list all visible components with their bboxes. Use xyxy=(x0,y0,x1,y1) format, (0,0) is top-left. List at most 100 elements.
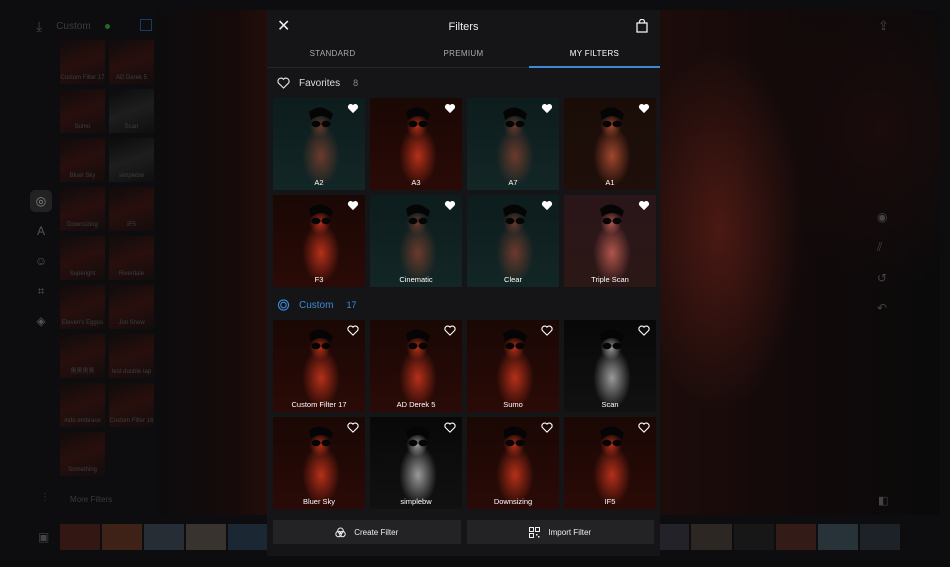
background-filter-name: Custom Filter 16 xyxy=(109,418,154,424)
heart-outline-icon[interactable] xyxy=(638,422,650,433)
filter-tile[interactable]: Custom Filter 17 xyxy=(273,320,365,412)
background-filter-name: Downsizing xyxy=(67,222,98,228)
heart-outline-icon[interactable] xyxy=(444,422,456,433)
heart-outline-icon[interactable] xyxy=(541,422,553,433)
filter-tile[interactable]: simplebw xyxy=(370,417,462,509)
filter-name: Custom Filter 17 xyxy=(291,400,347,409)
history-icon: ↺ xyxy=(877,271,888,285)
custom-grid: Custom Filter 17 AD Derek 5 Sumo Scan Bluer … xyxy=(267,320,660,509)
filter-tile[interactable]: Clear xyxy=(467,195,559,287)
camera-icon: ◉ xyxy=(877,210,888,224)
heart-outline-icon[interactable] xyxy=(347,422,359,433)
background-right-tools: ◉ ⫽ ↺ ↶ xyxy=(877,210,887,331)
background-filter-thumb: Scan xyxy=(109,89,154,133)
background-filter-name: Superight xyxy=(69,271,96,277)
background-filter-name: indo embrace xyxy=(64,418,101,424)
gallery-icon: ▣ xyxy=(38,530,50,544)
qr-code-icon xyxy=(529,526,541,538)
filmstrip-thumb xyxy=(144,524,185,550)
heart-filled-icon[interactable] xyxy=(638,200,650,211)
filter-tile[interactable]: A3 xyxy=(370,98,462,190)
filter-tile[interactable]: F3 xyxy=(273,195,365,287)
filter-name: AD Derek 5 xyxy=(396,400,436,409)
tab-premium[interactable]: PREMIUM xyxy=(398,44,529,67)
tab-standard[interactable]: STANDARD xyxy=(267,44,398,67)
heart-outline-icon[interactable] xyxy=(541,325,553,336)
background-filter-thumb: Custom Filter 16 xyxy=(109,383,154,427)
download-icon: ⤓ xyxy=(36,18,43,34)
heart-outline-icon[interactable] xyxy=(347,325,359,336)
filter-tile[interactable]: Downsizing xyxy=(467,417,559,509)
favorites-grid: A2 A3 A7 A1 F3 Cinematic Clear Triple Scan xyxy=(267,98,660,287)
crop-tool-icon: ⌗ xyxy=(37,283,45,298)
background-top-bar: ⤓ Custom xyxy=(36,18,110,35)
heart-filled-icon[interactable] xyxy=(541,200,553,211)
background-filter-name: Riverdale xyxy=(118,271,145,277)
background-filter-thumb: test double tap xyxy=(109,334,154,378)
filter-tile[interactable]: A2 xyxy=(273,98,365,190)
heart-filled-icon[interactable] xyxy=(638,103,650,114)
filters-scroll-area[interactable]: Favorites 8 A2 A3 A7 A1 F3 Cinematic Clear Trip… xyxy=(267,68,660,514)
status-dot xyxy=(104,24,110,29)
heart-filled-icon[interactable] xyxy=(347,103,359,114)
background-filter-thumb: AD Derek 5 xyxy=(109,40,154,84)
more-dots-icon: ⋮ xyxy=(40,492,50,503)
heart-filled-icon[interactable] xyxy=(444,200,456,211)
filmstrip-thumb xyxy=(186,524,227,550)
filter-name: Sumo xyxy=(503,400,523,409)
text-tool-icon: A xyxy=(36,224,45,238)
filmstrip-thumb xyxy=(733,524,774,550)
custom-label: Custom xyxy=(299,299,334,311)
background-section-label: Custom xyxy=(56,21,91,32)
filmstrip-thumb xyxy=(859,524,900,550)
filter-name: F3 xyxy=(314,275,324,284)
heart-filled-icon[interactable] xyxy=(541,103,553,114)
filter-tile[interactable]: Bluer Sky xyxy=(273,417,365,509)
background-filter-thumb: Sumo xyxy=(60,89,105,133)
heart-filled-icon[interactable] xyxy=(444,103,456,114)
filter-tile[interactable]: A7 xyxy=(467,98,559,190)
background-photo xyxy=(660,10,940,515)
create-filter-button[interactable]: Create Filter xyxy=(273,520,461,544)
background-filter-name: 黑黑黑黑 xyxy=(70,369,95,375)
background-filter-name: Custom Filter 17 xyxy=(60,75,105,81)
filter-tile[interactable]: Scan xyxy=(564,320,656,412)
more-filters-link: More Filters xyxy=(70,495,113,504)
background-filter-name: AD Derek 5 xyxy=(115,75,147,81)
filter-name: A1 xyxy=(605,178,615,187)
create-filter-icon xyxy=(335,527,346,537)
background-filter-name: Sumo xyxy=(74,124,91,130)
background-filter-name: Jon Snow xyxy=(118,320,145,326)
filter-tile[interactable]: A1 xyxy=(564,98,656,190)
filmstrip-thumb xyxy=(817,524,858,550)
background-toolbar: ◎ A ☺ ⌗ ◈ xyxy=(30,190,58,340)
filter-name: A7 xyxy=(508,178,518,187)
filter-name: Cinematic xyxy=(399,275,433,284)
background-filter-name: Scan xyxy=(124,124,139,130)
background-filter-thumb: simplebw xyxy=(109,138,154,182)
heart-filled-icon[interactable] xyxy=(347,200,359,211)
heart-outline-icon[interactable] xyxy=(444,325,456,336)
filter-tile[interactable]: IF5 xyxy=(564,417,656,509)
import-filter-button[interactable]: Import Filter xyxy=(466,520,654,544)
modal-title: Filters xyxy=(448,21,479,33)
filter-name: A3 xyxy=(411,178,421,187)
background-filter-name: Eleven's Eggos xyxy=(61,320,104,326)
tab-my-filters[interactable]: MY FILTERS xyxy=(529,44,660,68)
background-filter-name: test double tap xyxy=(111,369,152,375)
background-filter-name: simplebw xyxy=(118,173,144,179)
filter-tile[interactable]: Sumo xyxy=(467,320,559,412)
background-filter-thumb: Eleven's Eggos xyxy=(60,285,105,329)
background-filter-thumb: IF5 xyxy=(109,187,154,231)
import-filter-label: Import Filter xyxy=(548,527,592,537)
custom-count: 17 xyxy=(346,300,357,310)
eraser-icon: ⫽ xyxy=(877,240,883,254)
filmstrip-thumb xyxy=(691,524,732,550)
layers-tool-icon: ◈ xyxy=(36,314,46,328)
filter-tile[interactable]: Triple Scan xyxy=(564,195,656,287)
filter-tile[interactable]: AD Derek 5 xyxy=(370,320,462,412)
shopping-bag-icon[interactable] xyxy=(636,19,648,33)
close-icon[interactable]: ✕ xyxy=(277,19,293,35)
filter-tile[interactable]: Cinematic xyxy=(370,195,462,287)
heart-outline-icon[interactable] xyxy=(638,325,650,336)
